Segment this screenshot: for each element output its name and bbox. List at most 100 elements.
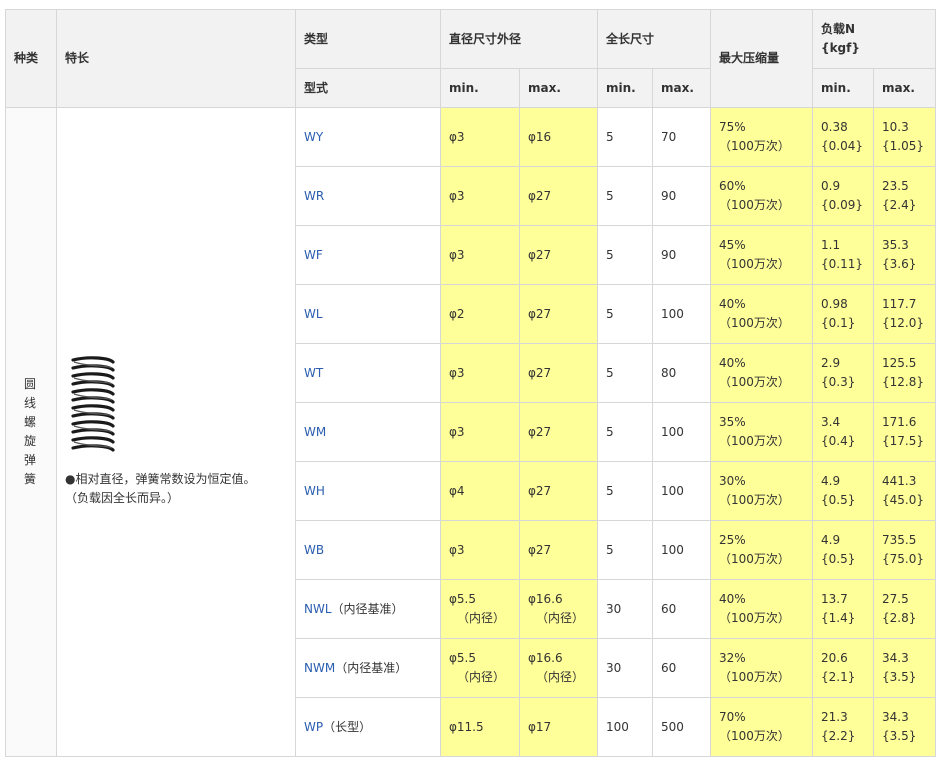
load-max-cell: 10.3 {1.05} [873, 107, 937, 167]
length-max-cell: 60 [652, 638, 712, 698]
model-link[interactable]: WL [304, 307, 323, 321]
model-cell[interactable]: NWL（内径基准） [295, 579, 441, 639]
model-cell[interactable]: WY [295, 107, 441, 167]
feature-cell: ●相对直径，弹簧常数设为恒定值。 （负载因全长而异。） [56, 107, 296, 757]
header-load-unit: {kgf} [821, 41, 860, 55]
length-max-cell: 90 [652, 225, 712, 285]
compression-cell: 75% （100万次） [710, 107, 814, 167]
load-min-cell: 1.1 {0.11} [812, 225, 875, 285]
diameter-max-cell: φ27 [518, 343, 599, 403]
model-link[interactable]: WH [304, 484, 325, 498]
model-cell[interactable]: NWM（内径基准） [295, 638, 441, 698]
model-cell[interactable]: WT [295, 343, 441, 403]
compression-cell: 40% （100万次） [710, 579, 814, 639]
length-min-cell: 30 [597, 638, 654, 698]
compression-cell: 45% （100万次） [710, 225, 814, 285]
length-max-cell: 70 [652, 107, 712, 167]
model-cell[interactable]: WP（长型） [295, 697, 441, 757]
header-kind: 种类 [5, 9, 57, 108]
header-diameter-min: min. [440, 68, 520, 108]
model-cell[interactable]: WH [295, 461, 441, 521]
diameter-min-cell: φ3 [440, 520, 520, 580]
header-length-min: min. [597, 68, 654, 108]
header-length-max: max. [652, 68, 712, 108]
length-max-cell: 100 [652, 284, 712, 344]
length-min-cell: 5 [597, 343, 654, 403]
length-max-cell: 500 [652, 697, 712, 757]
length-min-cell: 5 [597, 225, 654, 285]
diameter-max-cell: φ27 [518, 520, 599, 580]
model-link[interactable]: WB [304, 543, 324, 557]
load-min-cell: 13.7 {1.4} [812, 579, 875, 639]
header-model: 型式 [295, 68, 441, 108]
diameter-min-cell: φ5.5 （内径） [440, 579, 520, 639]
length-max-cell: 80 [652, 343, 712, 403]
spring-spec-page: 种类 特长 类型 直径尺寸外径 全长尺寸 最大压缩量 负载N {kgf} 型式 … [0, 0, 948, 773]
diameter-max-cell: φ27 [518, 461, 599, 521]
model-link[interactable]: NWM [304, 661, 335, 675]
load-max-cell: 735.5 {75.0} [873, 520, 937, 580]
feature-line-2: （负载因全长而异。） [65, 491, 180, 505]
compression-cell: 30% （100万次） [710, 461, 814, 521]
spring-spec-table: 种类 特长 类型 直径尺寸外径 全长尺寸 最大压缩量 负载N {kgf} 型式 … [5, 9, 937, 757]
compression-cell: 70% （100万次） [710, 697, 814, 757]
model-cell[interactable]: WR [295, 166, 441, 226]
length-min-cell: 5 [597, 107, 654, 167]
length-min-cell: 5 [597, 166, 654, 226]
load-min-cell: 4.9 {0.5} [812, 461, 875, 521]
load-min-cell: 2.9 {0.3} [812, 343, 875, 403]
model-cell[interactable]: WF [295, 225, 441, 285]
load-max-cell: 171.6 {17.5} [873, 402, 937, 462]
model-link[interactable]: WT [304, 366, 323, 380]
length-min-cell: 5 [597, 520, 654, 580]
diameter-max-cell: φ27 [518, 166, 599, 226]
diameter-min-cell: φ3 [440, 225, 520, 285]
model-link[interactable]: WF [304, 248, 323, 262]
compression-cell: 35% （100万次） [710, 402, 814, 462]
load-min-cell: 0.9 {0.09} [812, 166, 875, 226]
header-load-max: max. [873, 68, 937, 108]
length-min-cell: 5 [597, 461, 654, 521]
header-diameter-max: max. [518, 68, 599, 108]
diameter-min-cell: φ11.5 [440, 697, 520, 757]
model-link[interactable]: WP [304, 720, 323, 734]
diameter-max-cell: φ16 [518, 107, 599, 167]
diameter-max-cell: φ17 [518, 697, 599, 757]
model-cell[interactable]: WB [295, 520, 441, 580]
length-max-cell: 100 [652, 520, 712, 580]
model-cell[interactable]: WM [295, 402, 441, 462]
load-min-cell: 20.6 {2.1} [812, 638, 875, 698]
compression-cell: 40% （100万次） [710, 343, 814, 403]
load-max-cell: 34.3 {3.5} [873, 638, 937, 698]
compression-cell: 60% （100万次） [710, 166, 814, 226]
model-cell[interactable]: WL [295, 284, 441, 344]
load-max-cell: 27.5 {2.8} [873, 579, 937, 639]
feature-line-1: ●相对直径，弹簧常数设为恒定值。 [65, 472, 256, 486]
length-max-cell: 100 [652, 461, 712, 521]
header-type: 类型 [295, 9, 441, 69]
load-max-cell: 35.3 {3.6} [873, 225, 937, 285]
compression-cell: 40% （100万次） [710, 284, 814, 344]
header-load: 负载N {kgf} [812, 9, 937, 69]
length-min-cell: 5 [597, 284, 654, 344]
header-load-label: 负载N [821, 22, 856, 36]
model-link[interactable]: NWL [304, 602, 332, 616]
diameter-min-cell: φ3 [440, 343, 520, 403]
kind-label: 圆 线 螺 旋 弹 簧 [24, 377, 37, 486]
diameter-max-cell: φ16.6 （内径） [518, 579, 599, 639]
load-max-cell: 117.7 {12.0} [873, 284, 937, 344]
model-link[interactable]: WM [304, 425, 326, 439]
model-link[interactable]: WY [304, 130, 323, 144]
load-max-cell: 23.5 {2.4} [873, 166, 937, 226]
load-min-cell: 4.9 {0.5} [812, 520, 875, 580]
load-min-cell: 0.98 {0.1} [812, 284, 875, 344]
model-link[interactable]: WR [304, 189, 324, 203]
diameter-max-cell: φ27 [518, 402, 599, 462]
load-max-cell: 441.3 {45.0} [873, 461, 937, 521]
load-max-cell: 125.5 {12.8} [873, 343, 937, 403]
load-min-cell: 0.38 {0.04} [812, 107, 875, 167]
diameter-max-cell: φ27 [518, 284, 599, 344]
length-min-cell: 100 [597, 697, 654, 757]
load-min-cell: 21.3 {2.2} [812, 697, 875, 757]
header-total-length: 全长尺寸 [597, 9, 712, 69]
